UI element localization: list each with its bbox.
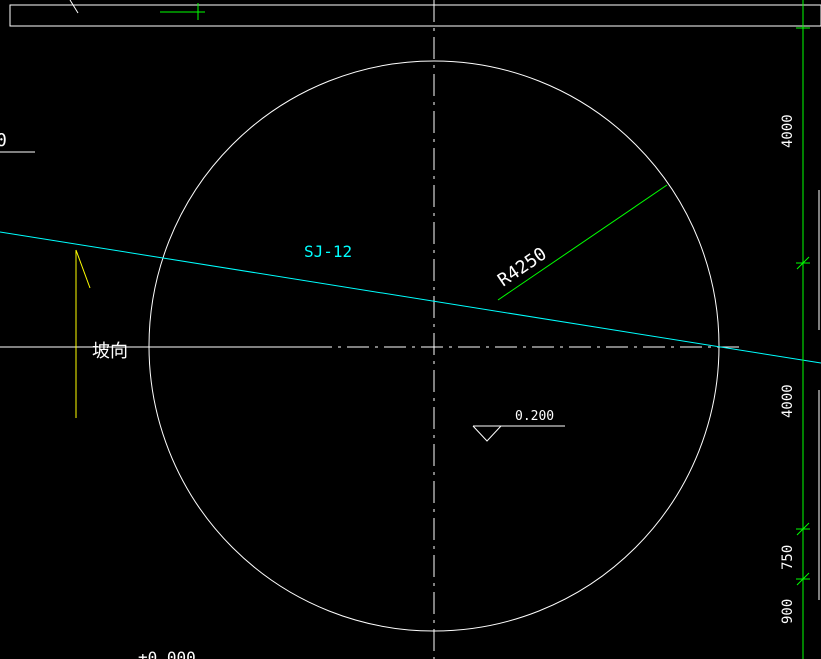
top-frame-strip — [9, 4, 821, 27]
slope-direction-label: 坡向 — [92, 341, 128, 362]
right-dimension-label-2: 4000 — [780, 384, 796, 418]
elevation-triangle-marker — [472, 425, 503, 442]
right-dimension-label-3: 750 — [780, 545, 796, 570]
section-label: SJ-12 — [304, 242, 352, 261]
cad-drawing-canvas[interactable]: R4250 SJ-12 坡向 0 0.200 ±0.000 4000 4000 … — [0, 0, 821, 659]
elevation-level-label: 0.200 — [515, 409, 554, 424]
right-dimension-label-4: 900 — [780, 599, 796, 624]
radius-leader-line — [497, 184, 668, 301]
elevation-bottom-label: ±0.000 — [138, 648, 196, 659]
top-strip-tick-1 — [69, 0, 79, 14]
right-dimension-label-1: 4000 — [780, 114, 796, 148]
left-fragment-label: 0 — [0, 130, 7, 151]
slope-direction-arrowhead — [75, 249, 91, 289]
